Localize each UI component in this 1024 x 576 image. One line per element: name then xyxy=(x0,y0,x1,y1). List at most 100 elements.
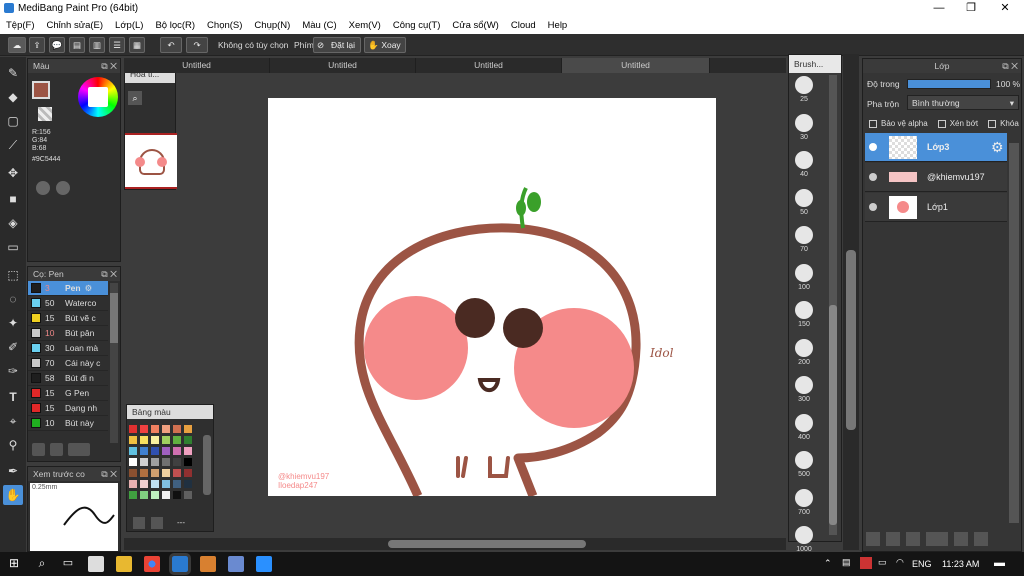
palette-swatch[interactable] xyxy=(173,469,181,477)
brush-size-dot[interactable] xyxy=(795,76,813,94)
select-eraser-icon[interactable]: ✑ xyxy=(3,361,23,381)
rectangle-tool-icon[interactable]: ▢ xyxy=(3,111,23,131)
tray-icon-1[interactable]: ▤ xyxy=(842,557,851,568)
palette-swatch[interactable] xyxy=(140,491,148,499)
opacity-slider[interactable] xyxy=(907,79,991,89)
palette-swatch[interactable] xyxy=(173,458,181,466)
list-item[interactable]: 3 Pen ⚙ xyxy=(28,281,108,296)
palette-swatch[interactable] xyxy=(140,458,148,466)
canvas-vertical-scrollbar[interactable] xyxy=(843,54,859,550)
primary-color-swatch[interactable] xyxy=(32,81,50,99)
zoom-icon[interactable]: ⌕ xyxy=(128,91,142,105)
app-icon-7[interactable] xyxy=(228,556,244,572)
brush-size-dot[interactable] xyxy=(795,488,813,507)
palette-more[interactable]: --- xyxy=(177,518,185,527)
brush-size-dot[interactable] xyxy=(795,451,813,469)
undo-icon[interactable]: ↶ xyxy=(160,37,182,53)
navigator-thumbnail[interactable] xyxy=(125,133,177,189)
line-tool-icon[interactable]: ⟋ xyxy=(3,135,23,155)
close-button[interactable]: ✕ xyxy=(988,0,1022,17)
palette-swatches[interactable] xyxy=(129,425,201,513)
brush-menu-icon[interactable] xyxy=(68,443,90,456)
folder-icon[interactable] xyxy=(954,532,968,546)
share-icon[interactable]: ⇪ xyxy=(29,37,45,53)
layer-scrollbar[interactable] xyxy=(1009,143,1019,523)
palette-swatch[interactable] xyxy=(184,436,192,444)
palette-swatch[interactable] xyxy=(184,447,192,455)
select-tool-icon[interactable]: ⬚ xyxy=(3,265,23,285)
brush-size-dot[interactable] xyxy=(795,413,813,432)
eraser-tool-icon[interactable]: ◆ xyxy=(3,87,23,107)
palette-swatch[interactable] xyxy=(184,480,192,488)
palette-settings-icon[interactable] xyxy=(56,181,70,195)
palette-swatch[interactable] xyxy=(140,425,148,433)
palette-swatch[interactable] xyxy=(129,469,137,477)
palette-swatch[interactable] xyxy=(184,425,192,433)
menu-edit[interactable]: Chỉnh sửa(E) xyxy=(41,17,110,34)
palette-swatch[interactable] xyxy=(184,469,192,477)
maximize-button[interactable]: ❐ xyxy=(954,0,988,17)
redo-icon[interactable]: ↷ xyxy=(186,37,208,53)
palette-swatch[interactable] xyxy=(184,458,192,466)
store-icon[interactable] xyxy=(88,556,104,572)
move-tool-icon[interactable]: ✥ xyxy=(3,163,23,183)
tab-untitled-2[interactable]: Untitled xyxy=(270,58,416,73)
palette-swatch[interactable] xyxy=(129,425,137,433)
palette-swatch[interactable] xyxy=(162,458,170,466)
horizontal-scrollbar[interactable] xyxy=(124,538,786,550)
select-pen-icon[interactable]: ✐ xyxy=(3,337,23,357)
list-item[interactable]: 15 G Pen xyxy=(28,386,108,401)
brush-size-dot[interactable] xyxy=(795,151,813,169)
palette-swatch[interactable] xyxy=(151,447,159,455)
palette-swatch[interactable] xyxy=(162,447,170,455)
task-view-icon[interactable]: ▭ xyxy=(60,556,76,572)
list-item[interactable]: 50 Waterco xyxy=(28,296,108,311)
palette-scrollbar[interactable] xyxy=(203,435,211,495)
menu-file[interactable]: Tệp(F) xyxy=(0,17,41,34)
palette-swatch[interactable] xyxy=(129,458,137,466)
reset-button[interactable]: ⊘ Đặt lại xyxy=(313,37,361,53)
palette-swatch[interactable] xyxy=(173,447,181,455)
magic-wand-icon[interactable]: ✦ xyxy=(3,313,23,333)
chrome-icon[interactable] xyxy=(144,556,160,572)
list-item[interactable]: 58 Bút đi n xyxy=(28,371,108,386)
preview-close-icon[interactable]: ⧉ ✕ xyxy=(101,467,117,481)
palette-swatch[interactable] xyxy=(129,480,137,488)
palette-swatch[interactable] xyxy=(129,436,137,444)
lock-checkbox[interactable] xyxy=(988,119,997,128)
v-scroll-thumb[interactable] xyxy=(846,250,856,430)
zalo-icon[interactable] xyxy=(256,556,272,572)
palette-swatch[interactable] xyxy=(140,436,148,444)
palette-swatch[interactable] xyxy=(140,469,148,477)
visibility-icon[interactable] xyxy=(869,173,877,181)
file-explorer-icon[interactable] xyxy=(116,556,132,572)
brush-size-dot[interactable] xyxy=(795,188,813,207)
h-scroll-thumb[interactable] xyxy=(388,540,586,548)
fill-rect-tool-icon[interactable]: ■ xyxy=(3,189,23,209)
bucket-tool-icon[interactable]: ◈ xyxy=(3,213,23,233)
palette-swatch[interactable] xyxy=(173,425,181,433)
palette-swatch[interactable] xyxy=(173,480,181,488)
list-item[interactable]: 10 Bút này xyxy=(28,416,108,431)
protect-alpha-checkbox[interactable] xyxy=(869,119,877,128)
brush-scrollbar[interactable] xyxy=(110,283,118,443)
palette-swatch[interactable] xyxy=(162,469,170,477)
lasso-tool-icon[interactable]: ◌ xyxy=(3,289,23,309)
tray-chevron-icon[interactable]: ⌃ xyxy=(824,558,832,569)
list-item[interactable]: 10 Bút pân xyxy=(28,326,108,341)
list-item[interactable]: 70 Cái này c xyxy=(28,356,108,371)
color-wheel[interactable] xyxy=(78,77,118,117)
layer-row[interactable]: @khiemvu197 xyxy=(865,163,1007,192)
panel-close-icon[interactable]: ⧉ ✕ xyxy=(101,59,117,73)
language-indicator[interactable]: ENG xyxy=(912,559,932,569)
palette-swatch[interactable] xyxy=(184,491,192,499)
menu-window[interactable]: Cửa sổ(W) xyxy=(446,17,504,34)
menu-select[interactable]: Chọn(S) xyxy=(201,17,248,34)
drawing-canvas[interactable]: Idol @khiemvu197 Iloedap247 xyxy=(268,98,716,496)
layer-panel-close-icon[interactable]: ⧉ ✕ xyxy=(1002,59,1018,73)
search-icon[interactable]: ⌕ xyxy=(34,556,50,572)
brush-size-dot[interactable] xyxy=(795,263,813,282)
add-layer-menu-icon[interactable] xyxy=(926,532,948,546)
new-brush-icon[interactable] xyxy=(50,443,63,456)
antivirus-icon[interactable] xyxy=(860,557,872,569)
